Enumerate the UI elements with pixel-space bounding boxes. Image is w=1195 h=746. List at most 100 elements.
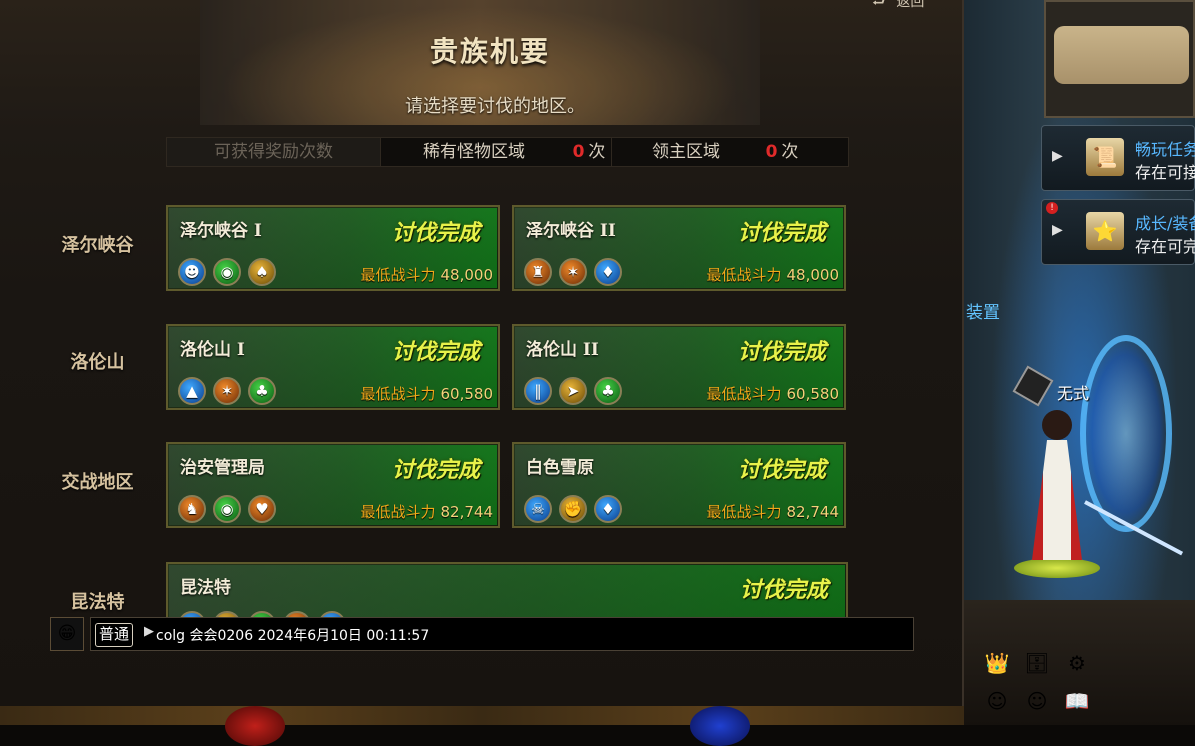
crown-icon[interactable]: 👑: [984, 650, 1010, 676]
smiley-face-icon: 😁: [57, 623, 77, 644]
skill-hotbar: [0, 706, 964, 725]
quest-desc: 存在可完: [1135, 237, 1195, 256]
dungeon-status: 讨伐完成: [739, 577, 828, 603]
panel-subtitle: 请选择要讨伐的地区。: [405, 96, 585, 117]
lord-area-label: 领主区域: [611, 138, 760, 166]
dungeon-status: 讨伐完成: [391, 220, 480, 246]
blue-pillar-emblem-icon: ‖: [524, 377, 552, 405]
dungeon-status: 讨伐完成: [391, 339, 480, 365]
quest-tracker-growth[interactable]: ! ▶ ⭐ 成长/装备 存在可完: [1041, 199, 1195, 265]
character-portrait-icon[interactable]: ☺: [984, 688, 1010, 714]
dungeon-status: 讨伐完成: [737, 220, 826, 246]
dungeon-name: 洛伦山 II: [526, 340, 599, 360]
min-power-label: 最低战斗力: [706, 503, 782, 521]
lord-area-count: 0次: [760, 138, 804, 166]
dungeon-status: 讨伐完成: [391, 457, 480, 483]
dungeon-card-zeer-canyon-2[interactable]: 泽尔峡谷 II 讨伐完成 ♜ ✶ ♦ 最低战斗力 48,000: [512, 205, 846, 291]
min-power: 最低战斗力 82,744: [706, 501, 839, 522]
min-power: 最低战斗力 60,580: [360, 383, 493, 404]
min-power: 最低战斗力 60,580: [706, 383, 839, 404]
dungeon-name: 昆法特: [180, 578, 231, 598]
dungeon-name: 洛伦山 I: [180, 340, 245, 360]
dungeon-card-kunfate[interactable]: 昆法特 讨伐完成: [166, 562, 848, 622]
min-power-value: 82,744: [440, 503, 494, 521]
blue-tower-emblem-icon: ▲: [178, 377, 206, 405]
min-power: 最低战斗力 48,000: [360, 264, 493, 285]
lord-count-value: 0: [765, 142, 778, 162]
min-power-value: 48,000: [786, 266, 840, 284]
green-club-emblem-icon: ♣: [248, 377, 276, 405]
green-eye-emblem-icon: ◉: [213, 495, 241, 523]
rare-monster-count: 0次: [567, 138, 611, 166]
gold-fist-emblem-icon: ✊: [559, 495, 587, 523]
min-power: 最低战斗力 82,744: [360, 501, 493, 522]
panel-title: 贵族机要: [429, 35, 550, 68]
quest-title: 畅玩任务: [1135, 140, 1195, 159]
green-eye-emblem-icon: ◉: [213, 258, 241, 286]
region-label-kunfate: 昆法特: [70, 592, 125, 613]
orange-claw-emblem-icon: ✶: [559, 258, 587, 286]
orange-warrior-emblem-icon: ♞: [178, 495, 206, 523]
blue-mask-emblem-icon: ☠: [524, 495, 552, 523]
return-button[interactable]: ⮐ 返回: [872, 0, 952, 10]
dungeon-name: 泽尔峡谷 I: [180, 221, 262, 241]
chat-channel-selector[interactable]: 普通: [95, 623, 134, 647]
return-arrow-icon: ⮐: [872, 0, 887, 10]
min-power-label: 最低战斗力: [706, 385, 782, 403]
chat-bar: 😁 普通 ▶ colg 会会0206 2024年6月10日 00:11:57: [50, 617, 914, 651]
dungeon-card-luolun-1[interactable]: 洛伦山 I 讨伐完成 ▲ ✶ ♣ 最低战斗力 60,580: [166, 324, 500, 410]
gold-spade-emblem-icon: ♠: [248, 258, 276, 286]
hp-orb: [225, 706, 285, 746]
star-book-icon: ⭐: [1086, 212, 1124, 250]
region-label-zeer-canyon: 泽尔峡谷: [61, 235, 134, 256]
min-power-value: 60,580: [440, 385, 494, 403]
min-power-label: 最低战斗力: [706, 266, 782, 284]
rare-count-unit: 次: [588, 142, 606, 162]
blue-face-emblem-icon: ☻: [178, 258, 206, 286]
settings-label[interactable]: 装置: [966, 298, 1000, 323]
min-power-label: 最低战斗力: [360, 385, 436, 403]
dungeon-name: 治安管理局: [180, 458, 265, 478]
dungeon-card-luolun-2[interactable]: 洛伦山 II 讨伐完成 ‖ ➤ ♣ 最低战斗力 60,580: [512, 324, 846, 410]
region-label-battle-zone: 交战地区: [61, 472, 134, 493]
min-power-value: 60,580: [786, 385, 840, 403]
lord-count-unit: 次: [781, 142, 799, 162]
min-power-value: 48,000: [440, 266, 494, 284]
minimap[interactable]: [1044, 0, 1195, 118]
companion-portrait-icon[interactable]: ☺: [1024, 688, 1050, 714]
dungeon-select-panel: ⮐ 返回 贵族机要 请选择要讨伐的地区。 可获得奖励次数 稀有怪物区域 0次 领主…: [0, 0, 964, 706]
return-label: 返回: [896, 0, 925, 10]
chevron-right-icon: ▶: [1052, 148, 1063, 164]
quest-tracker-fun-tasks[interactable]: ▶ 📜 畅玩任务 存在可接: [1041, 125, 1195, 191]
min-power-value: 82,744: [786, 503, 840, 521]
min-power: 最低战斗力 48,000: [706, 264, 839, 285]
orange-tower-emblem-icon: ♜: [524, 258, 552, 286]
chat-input[interactable]: 普通 ▶ colg 会会0206 2024年6月10日 00:11:57: [90, 617, 914, 651]
mp-orb: [690, 706, 750, 746]
orange-claw-emblem-icon: ✶: [213, 377, 241, 405]
dungeon-card-security-bureau[interactable]: 治安管理局 讨伐完成 ♞ ◉ ♥ 最低战斗力 82,744: [166, 442, 500, 528]
alert-badge-icon: !: [1046, 202, 1058, 214]
dungeon-status: 讨伐完成: [737, 457, 826, 483]
player-name: 无式: [1057, 384, 1090, 403]
player-character: [1014, 410, 1100, 578]
book-icon[interactable]: 📖: [1064, 688, 1090, 714]
shop-cabinet-icon[interactable]: 🗄: [1024, 650, 1050, 676]
quest-desc: 存在可接: [1135, 163, 1195, 182]
gold-wing-emblem-icon: ➤: [559, 377, 587, 405]
dungeon-status: 讨伐完成: [737, 339, 826, 365]
quest-title: 成长/装备: [1135, 214, 1195, 233]
dungeon-card-zeer-canyon-1[interactable]: 泽尔峡谷 I 讨伐完成 ☻ ◉ ♠ 最低战斗力 48,000: [166, 205, 500, 291]
chat-channel-arrow-icon: ▶: [144, 624, 154, 639]
dungeon-card-white-snowfield[interactable]: 白色雪原 讨伐完成 ☠ ✊ ♦ 最低战斗力 82,744: [512, 442, 846, 528]
emoticon-button[interactable]: 😁: [50, 617, 84, 651]
min-power-label: 最低战斗力: [360, 503, 436, 521]
chat-input-text: colg 会会0206 2024年6月10日 00:11:57: [156, 628, 430, 644]
orange-heart-emblem-icon: ♥: [248, 495, 276, 523]
blue-diamond-emblem-icon: ♦: [594, 258, 622, 286]
quest-scroll-icon: 📜: [1086, 138, 1124, 176]
camera-gear-icon[interactable]: ⚙: [1064, 650, 1090, 676]
green-club-emblem-icon: ♣: [594, 377, 622, 405]
rare-count-value: 0: [572, 142, 585, 162]
blue-diamond-emblem-icon: ♦: [594, 495, 622, 523]
